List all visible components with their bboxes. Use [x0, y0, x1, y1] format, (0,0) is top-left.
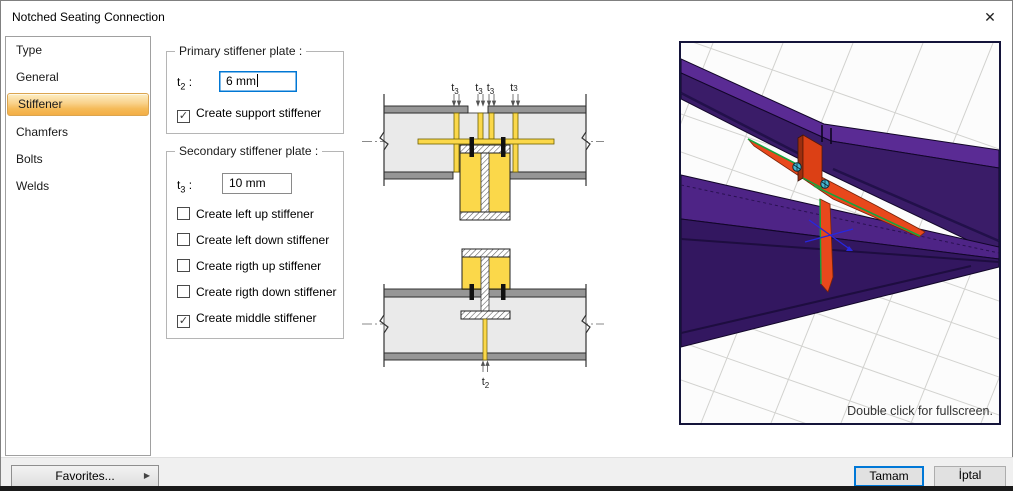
- checkbox-label: Create rigth down stiffener: [196, 285, 337, 299]
- preview-3d-scene: Double click for fullscreen.: [560, 22, 1013, 491]
- preview-3d[interactable]: Double click for fullscreen.: [560, 22, 1013, 491]
- dialog-window: Notched Seating Connection ✕ Type Genera…: [0, 0, 1013, 491]
- checkbox-row-support[interactable]: ✓ Create support stiffener: [177, 106, 322, 123]
- checkbox-middle[interactable]: ✓: [177, 315, 190, 328]
- svg-text:t3: t3: [475, 82, 483, 96]
- title-bar: Notched Seating Connection ✕: [1, 1, 1012, 33]
- checkbox-left-up[interactable]: [177, 207, 190, 220]
- sidebar-item-welds[interactable]: Welds: [6, 173, 150, 200]
- ok-button[interactable]: Tamam: [854, 466, 924, 487]
- svg-text:t3: t3: [487, 82, 495, 96]
- bottom-section-diagram: t2: [362, 248, 604, 390]
- t2-input[interactable]: 6 mm: [219, 71, 297, 92]
- arrow-right-icon: ▶: [143, 471, 150, 480]
- text-caret: [257, 74, 258, 87]
- close-icon[interactable]: ✕: [978, 6, 1002, 28]
- checkbox-row-middle[interactable]: ✓ Create middle stiffener: [177, 311, 317, 328]
- checkbox-support-stiffener[interactable]: ✓: [177, 110, 190, 123]
- footer-bar: Favorites... ▶ Tamam İptal: [1, 457, 1013, 487]
- secondary-stiffener-group: Secondary stiffener plate : t3 : 10 mm C…: [166, 144, 344, 339]
- t3-input[interactable]: 10 mm: [222, 173, 292, 194]
- sidebar-item-chamfers[interactable]: Chamfers: [6, 119, 150, 146]
- t3-label: t3 :: [177, 178, 193, 195]
- checkbox-label: Create left down stiffener: [196, 233, 330, 247]
- fullscreen-hint: Double click for fullscreen.: [847, 404, 993, 418]
- sidebar-item-bolts[interactable]: Bolts: [6, 146, 150, 173]
- checkbox-label: Create left up stiffener: [196, 207, 314, 221]
- t3-dimension-labels: t3 t3 t3 t23: [451, 82, 518, 96]
- dialog-title: Notched Seating Connection: [12, 10, 165, 24]
- sidebar-item-general[interactable]: General: [6, 64, 150, 91]
- svg-text:t23: t23: [510, 82, 518, 94]
- svg-text:t3: t3: [451, 82, 459, 96]
- favorites-label: Favorites...: [55, 469, 115, 483]
- section-diagrams: t3 t3 t3 t23: [362, 82, 604, 390]
- checkbox-row-left-up[interactable]: Create left up stiffener: [177, 207, 314, 222]
- primary-stiffener-group: Primary stiffener plate : t2 : 6 mm ✓ Cre…: [166, 44, 344, 134]
- checkbox-row-right-up[interactable]: Create rigth up stiffener: [177, 259, 321, 274]
- checkbox-left-down[interactable]: [177, 233, 190, 246]
- t2-label: t2 :: [177, 75, 193, 92]
- background-strip: [0, 486, 1013, 491]
- t3-arrows: [451, 94, 521, 107]
- checkbox-row-right-down[interactable]: Create rigth down stiffener: [177, 285, 337, 300]
- top-section-diagram: t3 t3 t3 t23: [362, 82, 604, 221]
- checkbox-label: Create middle stiffener: [196, 311, 317, 325]
- primary-group-title: Primary stiffener plate :: [175, 44, 307, 58]
- checkbox-row-left-down[interactable]: Create left down stiffener: [177, 233, 329, 248]
- cancel-button[interactable]: İptal: [934, 466, 1006, 487]
- sidebar-item-stiffener[interactable]: Stiffener: [7, 93, 149, 116]
- sidebar-item-type[interactable]: Type: [6, 37, 150, 64]
- sidebar: Type General Stiffener Chamfers Bolts We…: [5, 36, 151, 456]
- checkbox-right-up[interactable]: [177, 259, 190, 272]
- checkbox-label: Create support stiffener: [196, 106, 322, 120]
- t2-dimension-label: t2: [482, 376, 490, 390]
- favorites-button[interactable]: Favorites... ▶: [11, 465, 159, 487]
- checkbox-label: Create rigth up stiffener: [196, 259, 322, 273]
- secondary-group-title: Secondary stiffener plate :: [175, 144, 323, 158]
- checkbox-right-down[interactable]: [177, 285, 190, 298]
- t2-arrows: [480, 360, 490, 372]
